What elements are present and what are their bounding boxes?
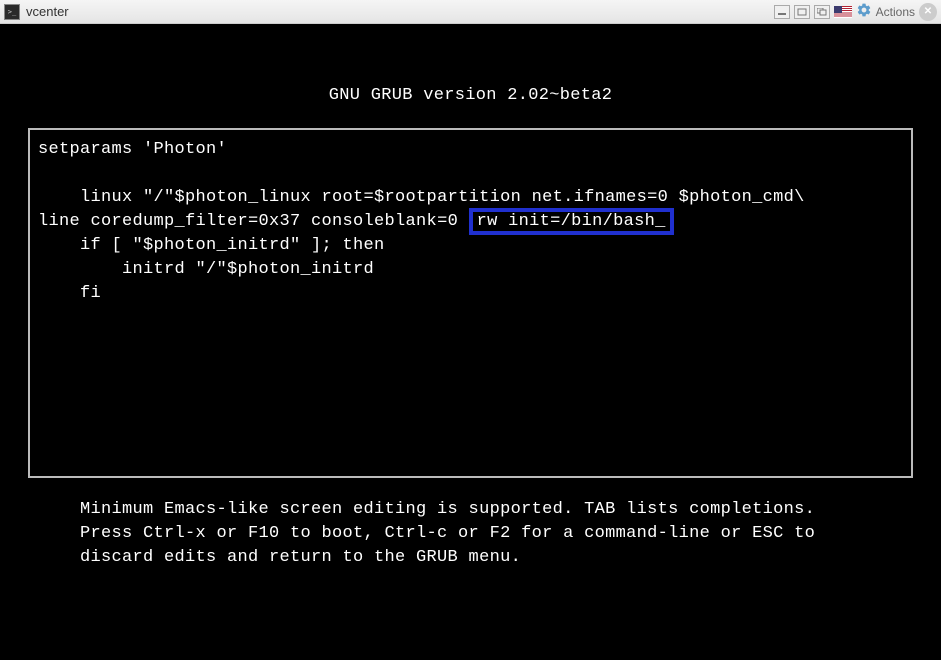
titlebar-left: vcenter <box>4 4 774 20</box>
gear-icon[interactable] <box>856 2 872 21</box>
console-icon <box>4 4 20 20</box>
window-titlebar: vcenter Actions ✕ <box>0 0 941 24</box>
grub-line-4-highlight: rw init=/bin/bash_ <box>469 208 674 235</box>
grub-line-6: initrd "/"$photon_initrd <box>38 260 374 279</box>
close-icon[interactable]: ✕ <box>919 3 937 21</box>
grub-line-3: linux "/"$photon_linux root=$rootpartiti… <box>38 188 805 207</box>
titlebar-right: Actions ✕ <box>774 2 937 21</box>
grub-editor-box[interactable]: setparams 'Photon' linux "/"$photon_linu… <box>28 128 913 478</box>
window-button-1[interactable] <box>774 5 790 19</box>
actions-label[interactable]: Actions <box>876 5 915 19</box>
grub-footer: Minimum Emacs-like screen editing is sup… <box>0 478 941 570</box>
window-button-3[interactable] <box>814 5 830 19</box>
grub-line-5: if [ "$photon_initrd" ]; then <box>38 236 385 255</box>
grub-line-1: setparams 'Photon' <box>38 140 227 159</box>
window-button-2[interactable] <box>794 5 810 19</box>
window-title: vcenter <box>26 4 69 19</box>
grub-header: GNU GRUB version 2.02~beta2 <box>0 24 941 128</box>
vm-console[interactable]: GNU GRUB version 2.02~beta2 setparams 'P… <box>0 24 941 660</box>
grub-line-7: fi <box>38 284 101 303</box>
grub-line-4-pre: line coredump_filter=0x37 consoleblank=0 <box>38 212 469 231</box>
us-flag-icon[interactable] <box>834 6 852 18</box>
